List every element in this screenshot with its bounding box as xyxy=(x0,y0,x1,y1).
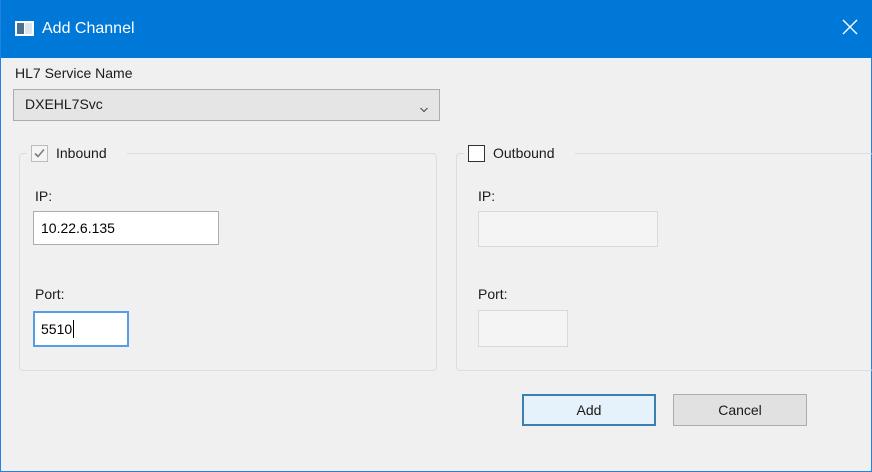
inbound-ip-value: 10.22.6.135 xyxy=(41,220,115,236)
chevron-down-icon xyxy=(419,101,429,113)
outbound-label: Outbound xyxy=(493,145,555,161)
inbound-ip-input[interactable]: 10.22.6.135 xyxy=(33,211,219,245)
outbound-port-label: Port: xyxy=(478,286,508,302)
add-button[interactable]: Add xyxy=(522,394,656,426)
inbound-port-label: Port: xyxy=(35,286,65,302)
inbound-port-input[interactable]: 5510 xyxy=(33,311,129,347)
service-name-value: DXEHL7Svc xyxy=(25,96,103,112)
inbound-ip-label: IP: xyxy=(35,188,53,204)
cancel-button[interactable]: Cancel xyxy=(673,394,807,426)
outbound-ip-input[interactable] xyxy=(478,211,658,247)
inbound-checkbox[interactable]: Inbound xyxy=(27,142,127,164)
text-caret xyxy=(73,320,75,338)
outbound-port-input[interactable] xyxy=(478,310,568,347)
inbound-port-value: 5510 xyxy=(41,321,73,337)
outbound-checkbox[interactable]: Outbound xyxy=(464,142,575,164)
outbound-check-box[interactable] xyxy=(468,144,485,162)
title-bar[interactable]: Add Channel xyxy=(1,0,872,58)
window-title: Add Channel xyxy=(42,20,135,37)
add-channel-dialog: Add Channel HL7 Service Name DXEHL7Svc I… xyxy=(0,0,872,472)
window-app-icon xyxy=(15,21,34,36)
inbound-label: Inbound xyxy=(56,145,107,161)
close-icon xyxy=(842,19,858,40)
checkmark-icon xyxy=(34,148,45,158)
service-name-dropdown[interactable]: DXEHL7Svc xyxy=(13,89,440,121)
outbound-ip-label: IP: xyxy=(478,188,496,204)
close-button[interactable] xyxy=(827,0,872,58)
inbound-check-box[interactable] xyxy=(31,144,48,162)
service-name-label: HL7 Service Name xyxy=(15,65,133,81)
